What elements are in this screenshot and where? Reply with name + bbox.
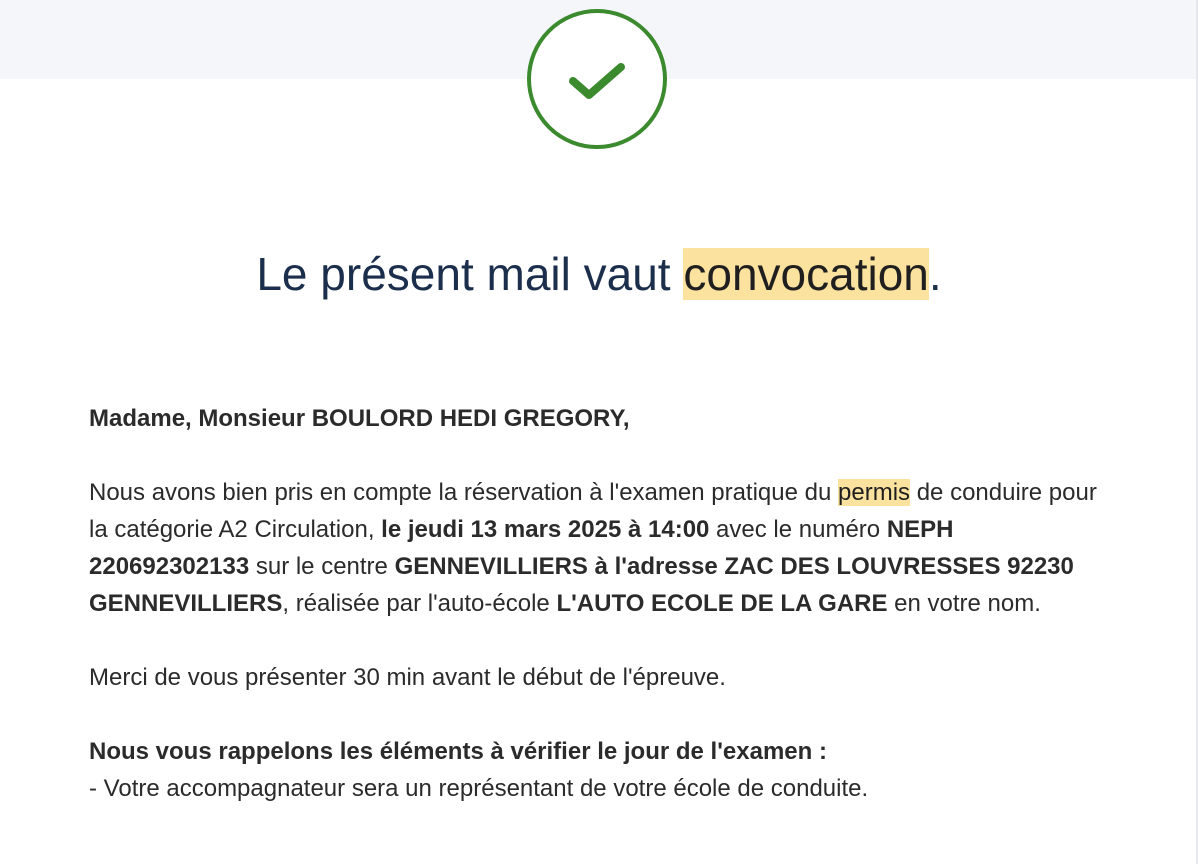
- page-title: Le présent mail vaut convocation.: [256, 248, 942, 300]
- driving-school: L'AUTO ECOLE DE LA GARE: [556, 590, 888, 617]
- greeting: Madame, Monsieur BOULORD HEDI GREGORY,: [89, 405, 630, 432]
- exam-date: le jeudi 13 mars 2025 à 14:00: [381, 516, 710, 543]
- highlighted-word: permis: [838, 479, 911, 506]
- email-body: Madame, Monsieur BOULORD HEDI GREGORY, N…: [89, 400, 1099, 807]
- highlighted-word: convocation: [683, 248, 929, 300]
- reminder-item: - Votre accompagnateur sera un représent…: [89, 775, 869, 802]
- reservation-paragraph: Nous avons bien pris en compte la réserv…: [89, 479, 1097, 617]
- email-page: Le présent mail vaut convocation. Madame…: [0, 0, 1198, 864]
- check-icon: [569, 63, 625, 99]
- arrival-notice: Merci de vous présenter 30 min avant le …: [89, 664, 726, 691]
- success-badge: [527, 9, 667, 149]
- reminders-title: Nous vous rappelons les éléments à vérif…: [89, 738, 827, 765]
